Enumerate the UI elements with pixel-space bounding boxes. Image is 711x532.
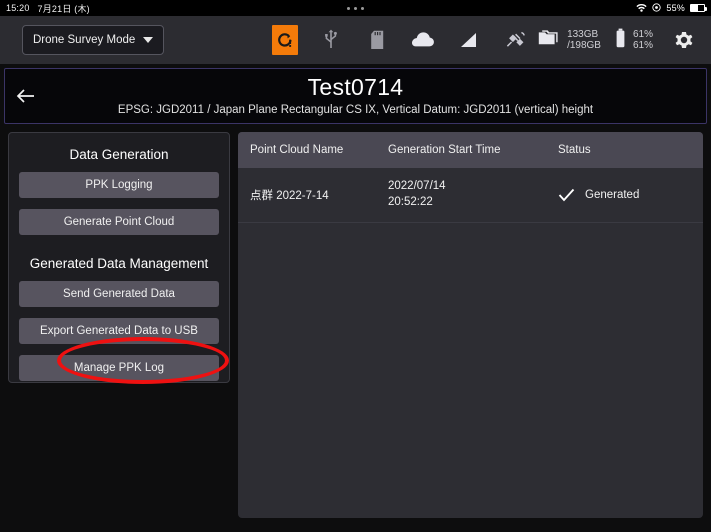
drone-survey-mode-dropdown[interactable]: Drone Survey Mode bbox=[22, 25, 165, 55]
cell-point-cloud-name: 点群 2022-7-14 bbox=[250, 190, 329, 202]
storage-used: 133GB bbox=[567, 28, 599, 40]
usb-icon[interactable] bbox=[318, 27, 344, 53]
battery-level-2: 61% bbox=[632, 40, 653, 51]
battery-level-1: 61% bbox=[632, 28, 653, 40]
page-subtitle: EPSG: JGD2011 / Japan Plane Rectangular … bbox=[117, 103, 594, 116]
signal-strength-icon[interactable] bbox=[456, 27, 482, 53]
export-generated-data-to-usb-button[interactable]: Export Generated Data to USB bbox=[19, 318, 219, 344]
manage-ppk-log-button[interactable]: Manage PPK Log bbox=[19, 355, 219, 381]
status-bar: 15:20 7月21日 (木) 55% bbox=[0, 0, 711, 16]
status-battery-percent: 55% bbox=[666, 3, 685, 13]
table-header-row: Point Cloud Name Generation Start Time S… bbox=[238, 132, 703, 168]
column-header-status: Status bbox=[558, 144, 591, 156]
check-icon bbox=[558, 188, 575, 202]
toolbar-status-icons bbox=[272, 25, 528, 55]
satellite-icon[interactable] bbox=[502, 27, 528, 53]
back-arrow-icon[interactable] bbox=[15, 85, 37, 107]
status-right-cluster: 55% bbox=[636, 2, 707, 14]
table-row[interactable]: 点群 2022-7-14 2022/07/14 20:52:22 Generat… bbox=[238, 168, 703, 223]
status-time: 15:20 bbox=[6, 3, 30, 13]
notification-dots-icon bbox=[0, 0, 711, 16]
send-generated-data-button[interactable]: Send Generated Data bbox=[19, 281, 219, 307]
ppk-logging-button[interactable]: PPK Logging bbox=[19, 172, 219, 198]
storage-indicator[interactable]: 133GB /198GB bbox=[538, 29, 601, 52]
sd-card-icon[interactable] bbox=[364, 27, 390, 53]
status-badge: Generated bbox=[585, 189, 640, 201]
toolbar-right-cluster: 133GB /198GB 61% 61% bbox=[538, 27, 701, 53]
cell-generation-start-time: 2022/07/14 20:52:22 bbox=[388, 179, 558, 210]
folder-icon bbox=[538, 29, 560, 52]
generate-point-cloud-button[interactable]: Generate Point Cloud bbox=[19, 209, 219, 235]
section-title-data-generation: Data Generation bbox=[69, 147, 169, 162]
point-cloud-table: Point Cloud Name Generation Start Time S… bbox=[238, 132, 703, 518]
battery-icon bbox=[615, 28, 626, 53]
section-title-generated-data-management: Generated Data Management bbox=[29, 256, 209, 271]
sync-warning-icon[interactable] bbox=[272, 25, 298, 55]
main-content: Data Generation PPK Logging Generate Poi… bbox=[0, 126, 711, 532]
battery-indicator[interactable]: 61% 61% bbox=[615, 28, 653, 53]
status-date: 7月21日 (木) bbox=[37, 3, 90, 14]
storage-total: /198GB bbox=[567, 40, 601, 51]
wifi-icon bbox=[636, 3, 647, 14]
cloud-icon[interactable] bbox=[410, 27, 436, 53]
cell-clock: 20:52:22 bbox=[388, 196, 433, 208]
column-header-generation-start-time: Generation Start Time bbox=[388, 144, 501, 156]
app-toolbar: Drone Survey Mode 133GB /198GB 61% 61% bbox=[0, 16, 711, 64]
drone-survey-mode-label: Drone Survey Mode bbox=[33, 34, 136, 46]
status-battery-icon bbox=[690, 4, 707, 12]
column-header-point-cloud-name: Point Cloud Name bbox=[250, 144, 344, 156]
cell-status: Generated bbox=[558, 188, 703, 202]
gear-icon[interactable] bbox=[671, 27, 697, 53]
project-header: Test0714 EPSG: JGD2011 / Japan Plane Rec… bbox=[4, 68, 707, 124]
chevron-down-icon bbox=[143, 37, 154, 43]
page-title: Test0714 bbox=[307, 74, 404, 101]
location-icon bbox=[652, 2, 662, 14]
cell-date: 2022/07/14 bbox=[388, 180, 446, 193]
side-panel: Data Generation PPK Logging Generate Poi… bbox=[8, 132, 230, 383]
